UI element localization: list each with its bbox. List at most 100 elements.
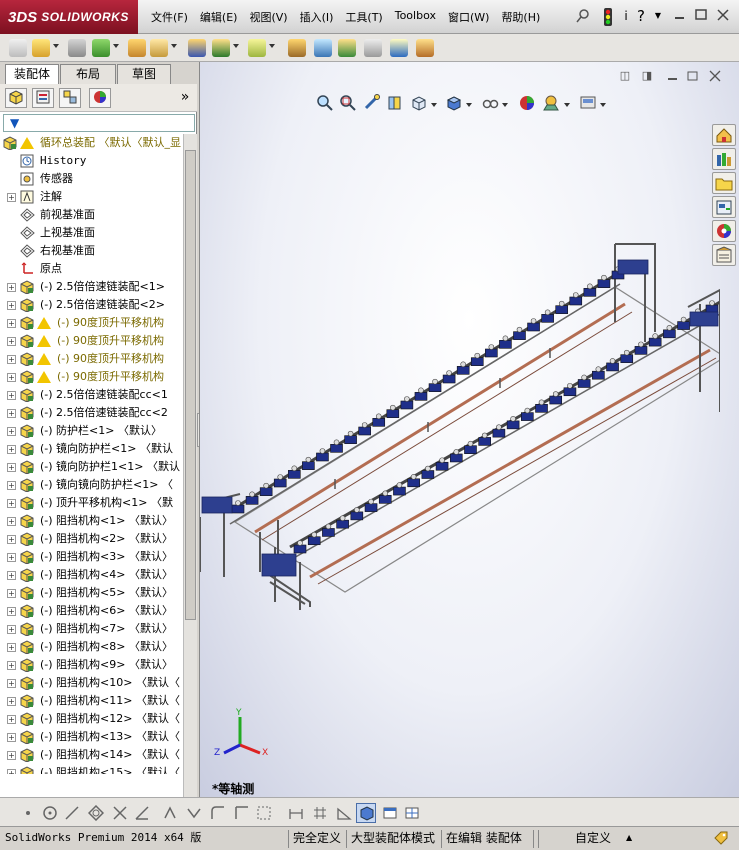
zoom-to-fit-icon[interactable]: [316, 94, 334, 112]
mass-properties-icon[interactable]: [416, 39, 434, 57]
paperclip-icon[interactable]: [68, 39, 86, 57]
apply-scene-dropdown-icon[interactable]: [564, 103, 570, 107]
expand-toggle-icon[interactable]: +: [7, 679, 16, 688]
display-states-icon[interactable]: [314, 39, 332, 57]
tree-node[interactable]: + (-) 阻挡机构<14> 〈默认〈: [0, 746, 183, 764]
tree-node[interactable]: + (-) 镜向防护栏1<1> 〈默认: [0, 458, 183, 476]
tree-node[interactable]: + (-) 阻挡机构<4> 〈默认〉: [0, 566, 183, 584]
expand-toggle-icon[interactable]: +: [7, 391, 16, 400]
property-manager-tab-icon[interactable]: [32, 88, 54, 108]
solidworks-resources-icon[interactable]: [712, 124, 736, 146]
circle-icon[interactable]: [42, 805, 58, 821]
expand-toggle-icon[interactable]: +: [7, 535, 16, 544]
tree-node[interactable]: + (-) 阻挡机构<9> 〈默认〉: [0, 656, 183, 674]
expand-toggle-icon[interactable]: +: [7, 715, 16, 724]
new-document-icon[interactable]: [9, 39, 27, 57]
offset-icon[interactable]: [186, 805, 202, 821]
feature-manager-tab-icon[interactable]: [5, 88, 27, 108]
shaded-sketch-icon[interactable]: [356, 803, 376, 823]
expand-toggle-icon[interactable]: +: [7, 283, 16, 292]
tree-filter-box[interactable]: ▼: [3, 114, 195, 132]
tree-node[interactable]: 上视基准面: [0, 224, 183, 242]
view-settings-icon[interactable]: [579, 94, 597, 112]
extend-icon[interactable]: [134, 805, 150, 821]
expand-toggle-icon[interactable]: +: [7, 733, 16, 742]
tree-node[interactable]: History: [0, 152, 183, 170]
expand-toggle-icon[interactable]: +: [7, 499, 16, 508]
minimize-icon[interactable]: [672, 8, 688, 24]
menu-toolbox[interactable]: Toolbox: [390, 9, 441, 25]
menu-insert[interactable]: 插入(I): [295, 9, 339, 25]
tree-node[interactable]: + (-) 顶升平移机构<1> 〈默: [0, 494, 183, 512]
interference-icon[interactable]: [364, 39, 382, 57]
solidworks-logo[interactable]: 3DS SOLIDWORKS: [0, 0, 138, 34]
menu-file[interactable]: 文件(F): [146, 9, 193, 25]
display-delete-relations-icon[interactable]: [382, 805, 398, 821]
more-tabs-icon[interactable]: »: [174, 88, 196, 108]
expand-toggle-icon[interactable]: +: [7, 751, 16, 760]
tree-node[interactable]: + 注解: [0, 188, 183, 206]
tree-node[interactable]: + (-) 阻挡机构<5> 〈默认〉: [0, 584, 183, 602]
display-style-icon[interactable]: [445, 94, 463, 112]
tree-node[interactable]: + (-) 镜向防护栏<1> 〈默认: [0, 440, 183, 458]
status-large-assembly-mode[interactable]: 大型装配体模式: [351, 830, 435, 846]
close-icon[interactable]: [715, 8, 731, 24]
tree-root-assembly[interactable]: 循环总装配 〈默认〈默认_显: [0, 134, 183, 152]
edit-appearance-icon[interactable]: [518, 94, 536, 112]
expand-toggle-icon[interactable]: +: [7, 607, 16, 616]
section-view-icon[interactable]: [386, 94, 404, 112]
tree-node[interactable]: + (-) 2.5倍倍速链装配<1>: [0, 278, 183, 296]
line-icon[interactable]: [64, 805, 80, 821]
insert-part-icon[interactable]: [150, 39, 168, 57]
traffic-light-icon[interactable]: [600, 8, 616, 26]
expand-toggle-icon[interactable]: +: [7, 625, 16, 634]
tree-node[interactable]: + (-) 2.5倍倍速链装配cc<1: [0, 386, 183, 404]
expand-toggle-icon[interactable]: +: [7, 643, 16, 652]
expand-toggle-icon[interactable]: +: [7, 355, 16, 364]
sketch-fillet-icon[interactable]: [210, 805, 226, 821]
tree-node[interactable]: + (-) 防护栏<1> 〈默认〉: [0, 422, 183, 440]
file-explorer-icon[interactable]: [712, 172, 736, 194]
apply-scene-icon[interactable]: [542, 94, 560, 112]
tree-node[interactable]: + (-) 2.5倍倍速链装配cc<2: [0, 404, 183, 422]
expand-toggle-icon[interactable]: +: [7, 697, 16, 706]
open-dropdown-icon[interactable]: [53, 44, 59, 48]
tree-node[interactable]: + (-) 镜向镜向防护栏<1> 〈: [0, 476, 183, 494]
help-dropdown-icon[interactable]: ▼: [650, 8, 666, 24]
tree-scrollbar[interactable]: [183, 134, 197, 824]
expand-toggle-icon[interactable]: +: [7, 481, 16, 490]
zoom-to-area-icon[interactable]: [339, 94, 357, 112]
view-orientation-icon[interactable]: [410, 94, 428, 112]
explode-dropdown-icon[interactable]: [269, 44, 275, 48]
tree-node[interactable]: 右视基准面: [0, 242, 183, 260]
conveyor-assembly-model[interactable]: [200, 232, 720, 712]
relations-icon[interactable]: [336, 805, 352, 821]
status-units[interactable]: 自定义: [575, 830, 611, 846]
tree-node[interactable]: + (-) 90度顶升平移机构: [0, 368, 183, 386]
hide-show-items-icon[interactable]: [481, 94, 499, 112]
restore-icon[interactable]: [693, 8, 709, 24]
corner-rectangle-icon[interactable]: [234, 805, 250, 821]
menu-window[interactable]: 窗口(W): [443, 9, 494, 25]
appearances-scenes-icon[interactable]: [712, 220, 736, 242]
mate-icon[interactable]: [92, 39, 110, 57]
viewport-restore-icon[interactable]: [686, 70, 700, 84]
display-manager-tab-icon[interactable]: [89, 88, 111, 108]
menu-edit[interactable]: 编辑(E): [195, 9, 243, 25]
expand-toggle-icon[interactable]: +: [7, 301, 16, 310]
expand-toggle-icon[interactable]: +: [7, 661, 16, 670]
viewport-split-icon[interactable]: ◫: [618, 70, 632, 84]
view-palette-icon[interactable]: [712, 196, 736, 218]
tree-node[interactable]: + (-) 阻挡机构<13> 〈默认〈: [0, 728, 183, 746]
dashed-rectangle-icon[interactable]: [256, 805, 272, 821]
display-style-dropdown-icon[interactable]: [466, 103, 472, 107]
hide-show-dropdown-icon[interactable]: [502, 103, 508, 107]
tab-sketch[interactable]: 草图: [117, 64, 171, 84]
design-library-icon[interactable]: [712, 148, 736, 170]
tree-node[interactable]: + (-) 2.5倍倍速链装配<2>: [0, 296, 183, 314]
smart-dimension-icon[interactable]: [288, 805, 304, 821]
tree-node[interactable]: + (-) 阻挡机构<3> 〈默认〉: [0, 548, 183, 566]
pin-icon[interactable]: [575, 8, 591, 24]
component-icon[interactable]: [128, 39, 146, 57]
expand-toggle-icon[interactable]: +: [7, 463, 16, 472]
